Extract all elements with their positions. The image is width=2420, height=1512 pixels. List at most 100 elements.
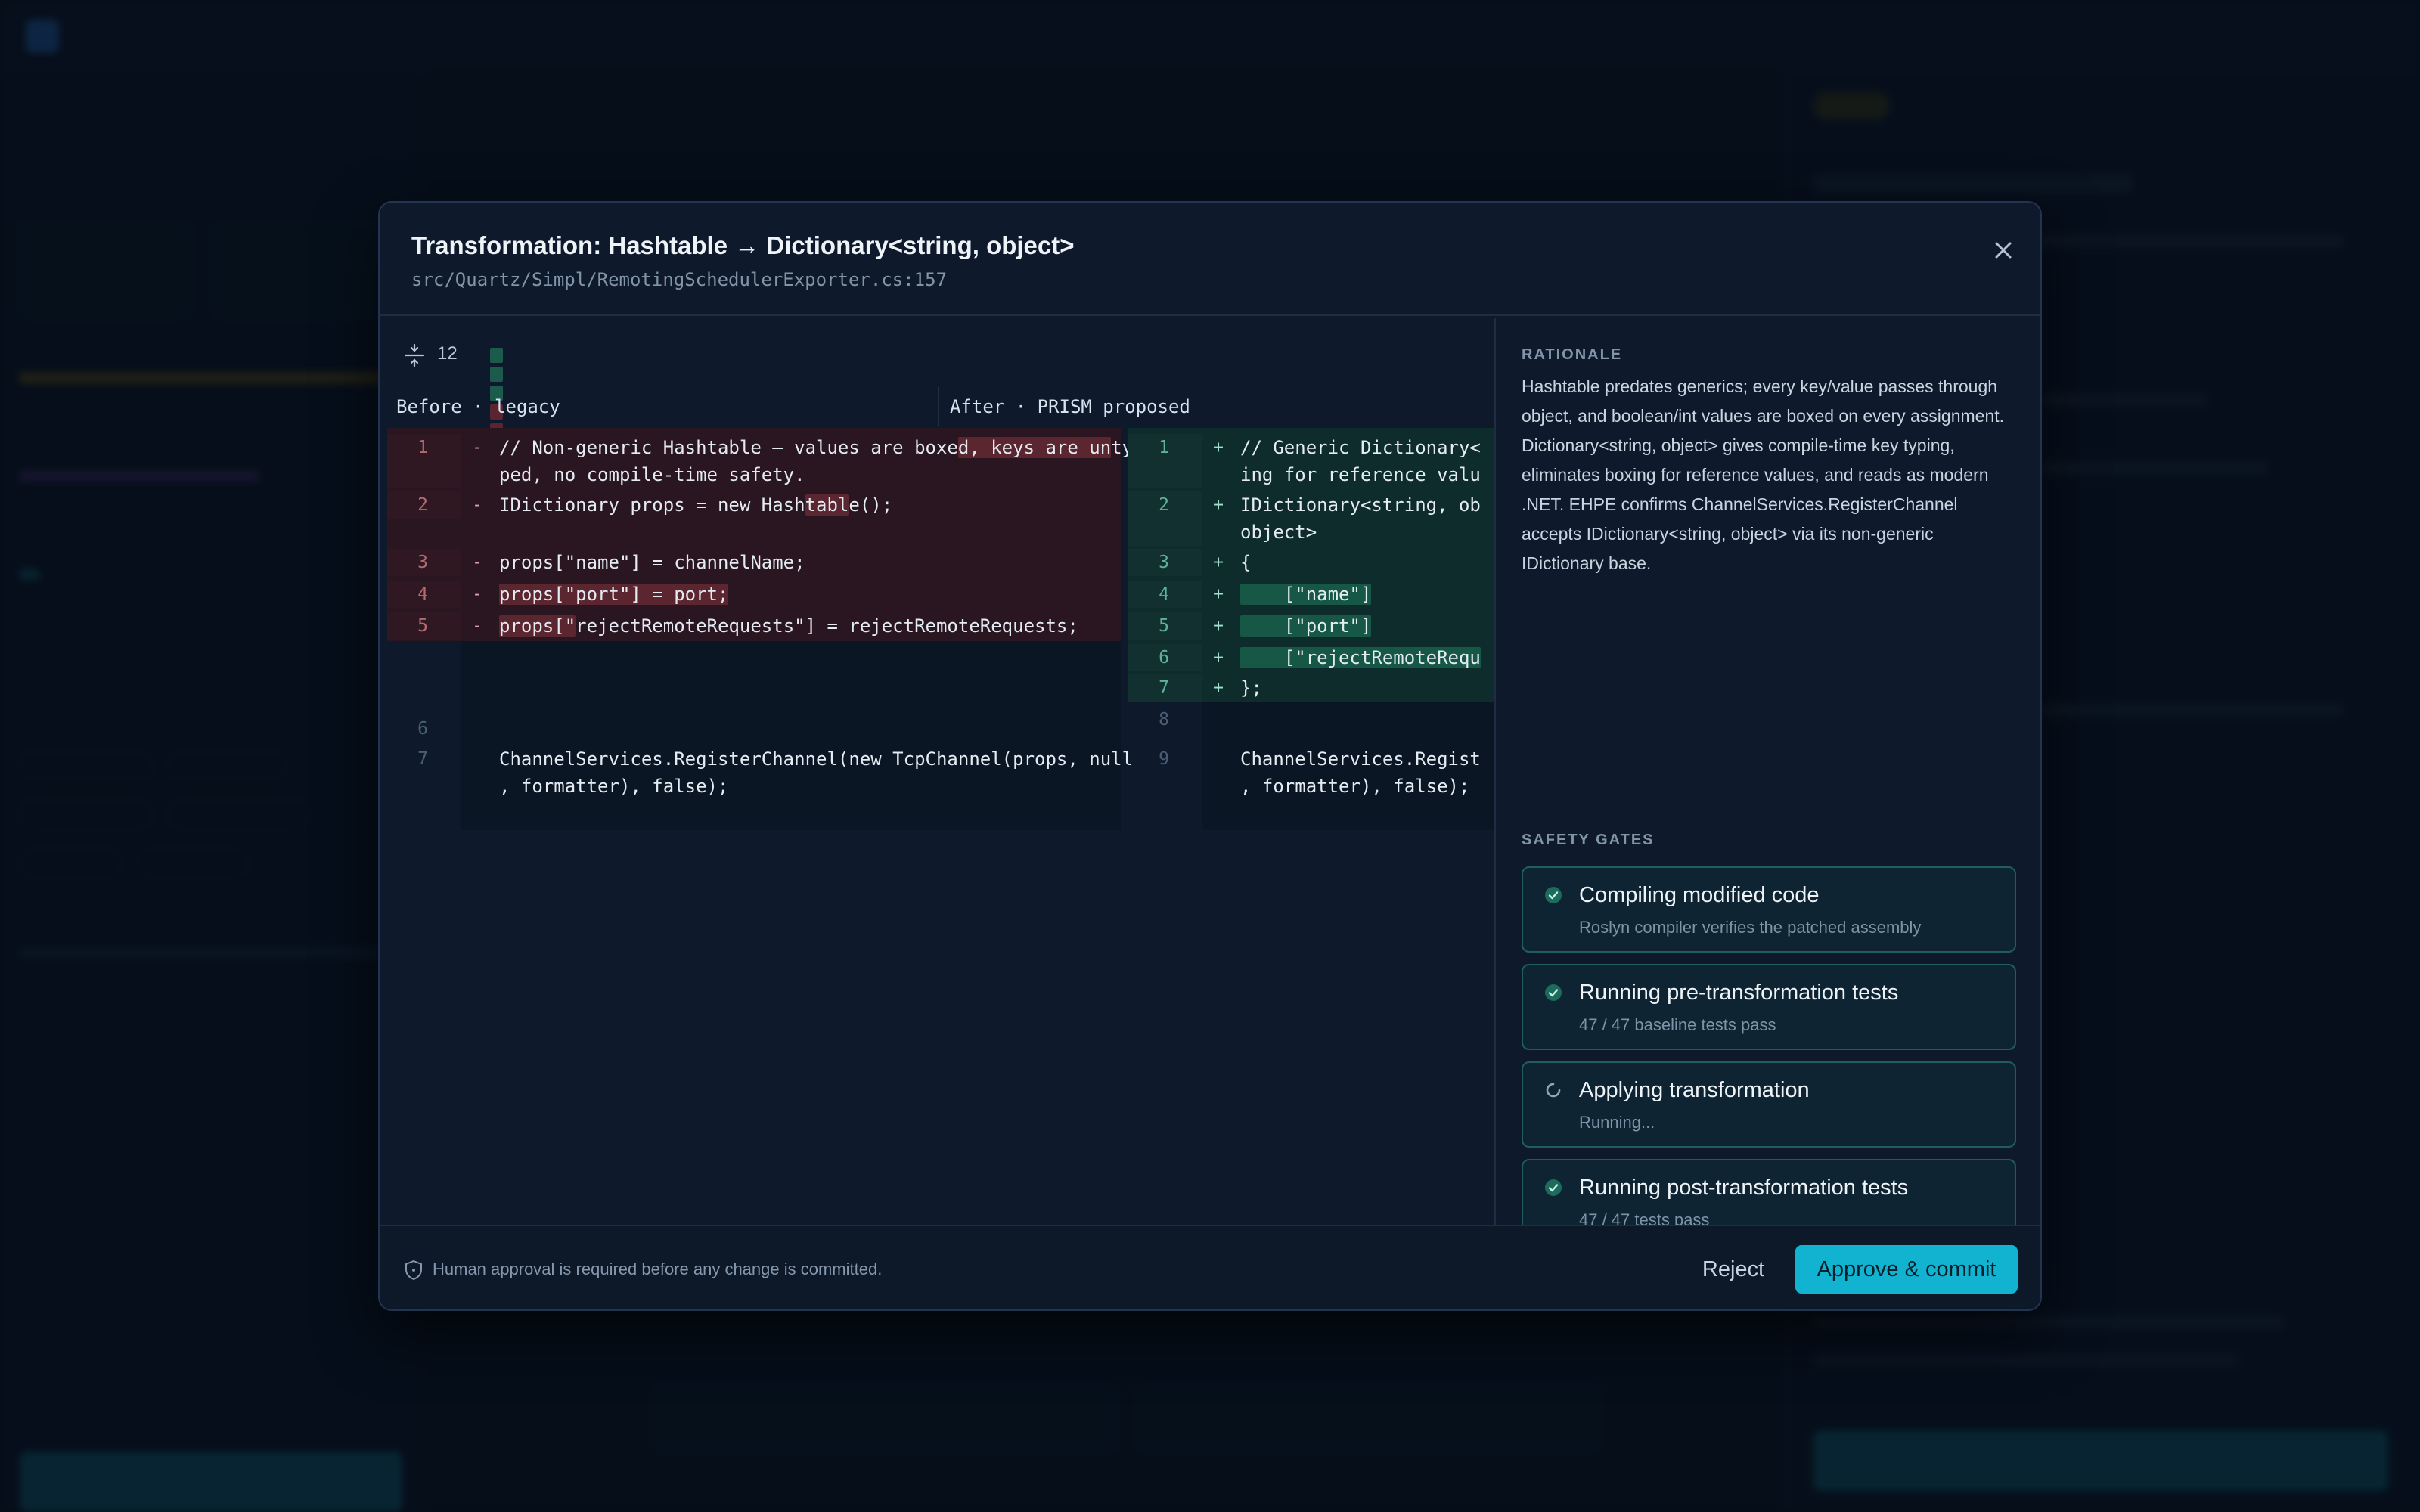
code-text: // Generic Dictionary<	[1240, 437, 1481, 458]
shield-icon	[405, 1259, 422, 1281]
code-text: ["port"]	[1240, 612, 1372, 640]
code-text: IDictionary<string, ob	[1240, 494, 1481, 516]
code-text: // Non-generic Hashtable — values are bo…	[499, 437, 1134, 458]
changed-token: ["name"]	[1240, 584, 1372, 605]
code-text: ing for reference valu	[1240, 464, 1481, 485]
after-line[interactable]: 6 + ["rejectRemoteRequ	[1128, 644, 1494, 671]
after-line[interactable]: 7 +};	[1128, 674, 1494, 702]
dialog-header: Transformation: Hashtable → Dictionary<s…	[380, 203, 2040, 316]
code-text: object>	[1240, 522, 1317, 543]
before-line[interactable]: 3- props["name"] = channelName;	[387, 549, 1121, 576]
line-number: 5	[1128, 612, 1202, 640]
before-line[interactable]: , formatter), false);	[387, 773, 1121, 800]
before-line[interactable]: 2- IDictionary props = new Hashtable();	[387, 491, 1121, 519]
line-number	[1128, 519, 1202, 546]
approve-commit-button[interactable]: Approve & commit	[1795, 1245, 2018, 1294]
code-text: {	[1240, 552, 1252, 573]
reject-button[interactable]: Reject	[1680, 1246, 1786, 1293]
code-text: ChannelServices.RegisterChannel(new TcpC…	[499, 748, 1134, 770]
safety-gate[interactable]: Compiling modified code Roslyn compiler v…	[1522, 866, 2016, 953]
check-circle-icon	[1543, 1177, 1564, 1198]
close-icon[interactable]	[1983, 230, 2024, 271]
code-text: , formatter), false);	[1240, 776, 1470, 797]
line-number: 7	[417, 749, 428, 769]
before-line[interactable]: 7 ChannelServices.RegisterChannel(new Tcp…	[387, 745, 1133, 773]
code-text: , formatter), false);	[499, 776, 729, 797]
after-line[interactable]: 2 + IDictionary<string, ob	[1128, 491, 1494, 519]
diff-sign: +	[1213, 648, 1224, 668]
before-line[interactable]: ped, no compile-time safety.	[387, 461, 1121, 488]
line-number: 3	[1128, 549, 1202, 576]
check-circle-icon	[1543, 982, 1564, 1003]
review-sidebar: RATIONALE Hashtable predates generics; e…	[1497, 318, 2040, 1225]
changed-token: props["port"] = port;	[499, 584, 729, 605]
gate-title: Running post-transformation tests	[1579, 1176, 1909, 1200]
after-line[interactable]: 4 + ["name"]	[1128, 581, 1494, 608]
after-line[interactable]: ing for reference valu	[1128, 461, 1494, 488]
diff-sign: -	[472, 553, 482, 572]
line-number	[1128, 461, 1202, 488]
diff-sign: -	[472, 438, 482, 457]
changed-token: ["rejectRemoteRequ	[1240, 647, 1481, 668]
code-text: props["port"] = port;	[499, 581, 729, 608]
dialog-title: Transformation: Hashtable → Dictionary<s…	[411, 231, 1075, 259]
diff-sign: -	[472, 495, 482, 515]
change-minimap	[490, 348, 505, 438]
rationale-label: RATIONALE	[1522, 346, 1623, 363]
diff-sign: +	[1213, 438, 1224, 457]
code-text: IDictionary props = new Hashtable();	[499, 494, 893, 516]
before-line[interactable]: 5- props["rejectRemoteRequests"] = reject…	[387, 612, 1121, 640]
gate-title: Compiling modified code	[1579, 883, 1820, 907]
after-line[interactable]: object>	[1128, 519, 1494, 546]
line-number	[387, 461, 461, 488]
after-line[interactable]: 3 + {	[1128, 549, 1494, 576]
code-text: };	[1240, 677, 1262, 699]
diff-sign: +	[1213, 584, 1224, 604]
before-line[interactable]: 4- props["port"] = port;	[387, 581, 1121, 608]
line-number: 6	[417, 719, 428, 739]
gate-title: Applying transformation	[1579, 1078, 1810, 1102]
transformation-dialog: Transformation: Hashtable → Dictionary<s…	[378, 201, 2042, 1311]
changed-token: ["port"]	[1240, 615, 1372, 637]
before-line[interactable]: 6	[387, 715, 1121, 742]
changed-token: d, keys are un	[957, 437, 1112, 458]
collapse-lines-icon[interactable]	[402, 343, 427, 367]
after-line[interactable]: 1 + // Generic Dictionary<	[1128, 434, 1494, 461]
diff-gap	[461, 641, 1121, 705]
column-divider	[938, 387, 939, 426]
safety-gate[interactable]: Applying transformation Running...	[1522, 1061, 2016, 1148]
line-number: 7	[1128, 674, 1202, 702]
line-number: 1	[387, 434, 461, 461]
dialog-footer: Human approval is required before any ch…	[380, 1225, 2040, 1309]
approval-note: Human approval is required before any ch…	[433, 1259, 883, 1278]
gate-subtitle: 47 / 47 baseline tests pass	[1579, 1015, 1776, 1034]
after-line[interactable]: 9 ChannelServices.Regist	[1128, 745, 1494, 773]
changed-token: props["	[499, 615, 576, 637]
after-line[interactable]: 5 + ["port"]	[1128, 612, 1494, 640]
gate-subtitle: 47 / 47 tests pass	[1579, 1210, 1710, 1225]
line-number: 2	[1128, 491, 1202, 519]
diff-sign: -	[472, 616, 482, 636]
line-number: 8	[1159, 710, 1169, 730]
collapsed-count[interactable]: 12	[437, 343, 458, 364]
line-number: 3	[387, 549, 461, 576]
minimap-block	[490, 348, 503, 363]
gate-subtitle: Running...	[1579, 1113, 1655, 1132]
line-number: 5	[387, 612, 461, 640]
after-line[interactable]: 8	[1128, 706, 1494, 733]
diff-sign: -	[472, 584, 482, 604]
changed-token: tabl	[805, 494, 849, 516]
diff-sign: +	[1213, 616, 1224, 636]
safety-gate[interactable]: Running pre-transformation tests 47 / 47 …	[1522, 964, 2016, 1050]
line-number	[387, 773, 461, 800]
after-line[interactable]: , formatter), false);	[1128, 773, 1494, 800]
code-text: ["name"]	[1240, 581, 1372, 608]
line-number: 1	[1128, 434, 1202, 461]
line-number: 6	[1128, 644, 1202, 671]
gate-title: Running pre-transformation tests	[1579, 981, 1899, 1005]
safety-gate[interactable]: Running post-transformation tests 47 / 47…	[1522, 1159, 2016, 1225]
before-column-header: Before · legacy	[396, 396, 560, 417]
before-line[interactable]: 1-// Non-generic Hashtable — values are …	[387, 434, 1133, 461]
code-text: ChannelServices.Regist	[1240, 748, 1481, 770]
code-text: props["name"] = channelName;	[499, 552, 805, 573]
